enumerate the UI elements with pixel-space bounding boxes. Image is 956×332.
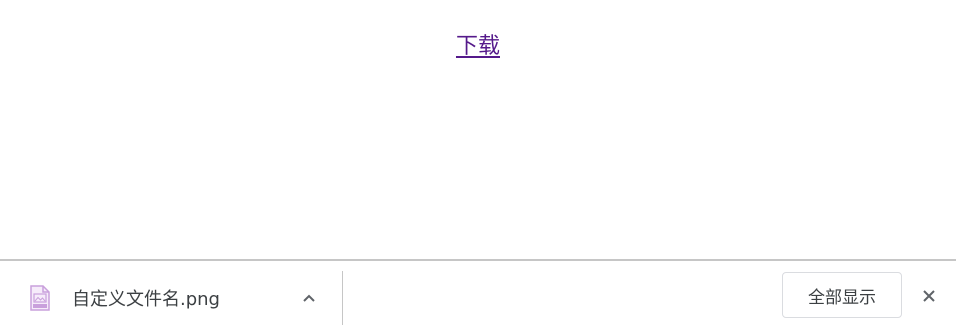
download-link-wrapper: 下载	[0, 32, 956, 62]
download-link[interactable]: 下载	[456, 34, 500, 59]
page-content: 下载	[0, 0, 956, 259]
download-shelf: 自定义文件名.png 全部显示	[0, 259, 956, 332]
show-all-button[interactable]: 全部显示	[782, 272, 902, 318]
png-file-icon	[30, 285, 50, 311]
download-item[interactable]: 自定义文件名.png	[0, 261, 342, 332]
shelf-divider	[342, 271, 343, 325]
download-filename: 自定义文件名.png	[72, 289, 220, 310]
close-icon[interactable]	[916, 283, 942, 309]
chevron-up-icon[interactable]	[296, 285, 322, 311]
